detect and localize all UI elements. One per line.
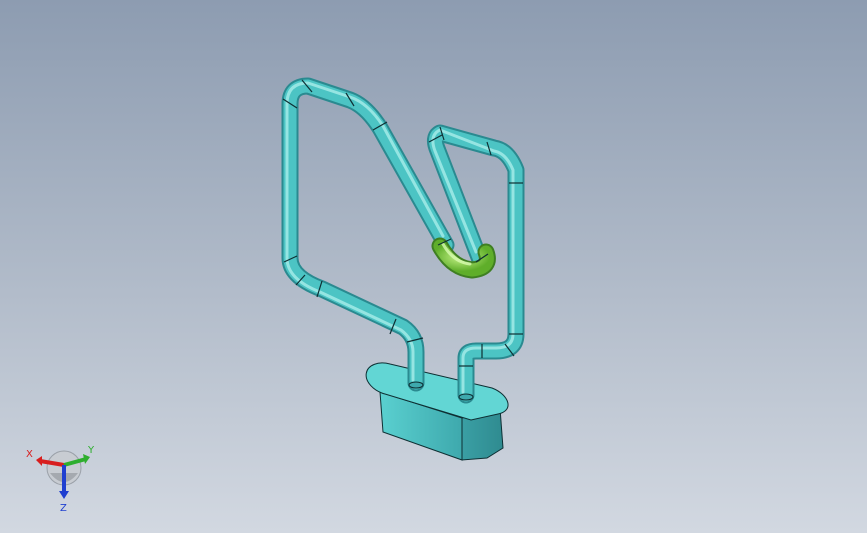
triad-z-label: Z (60, 503, 67, 514)
triad-y-label: Y (87, 445, 95, 456)
selected-bend[interactable] (431, 237, 496, 279)
base-block[interactable] (365, 362, 509, 461)
axis-triad-icon[interactable]: X Y Z (18, 435, 108, 515)
3d-viewport[interactable]: X Y Z (0, 0, 867, 533)
triad-x-label: X (26, 449, 33, 460)
pipe-model[interactable] (0, 0, 867, 533)
